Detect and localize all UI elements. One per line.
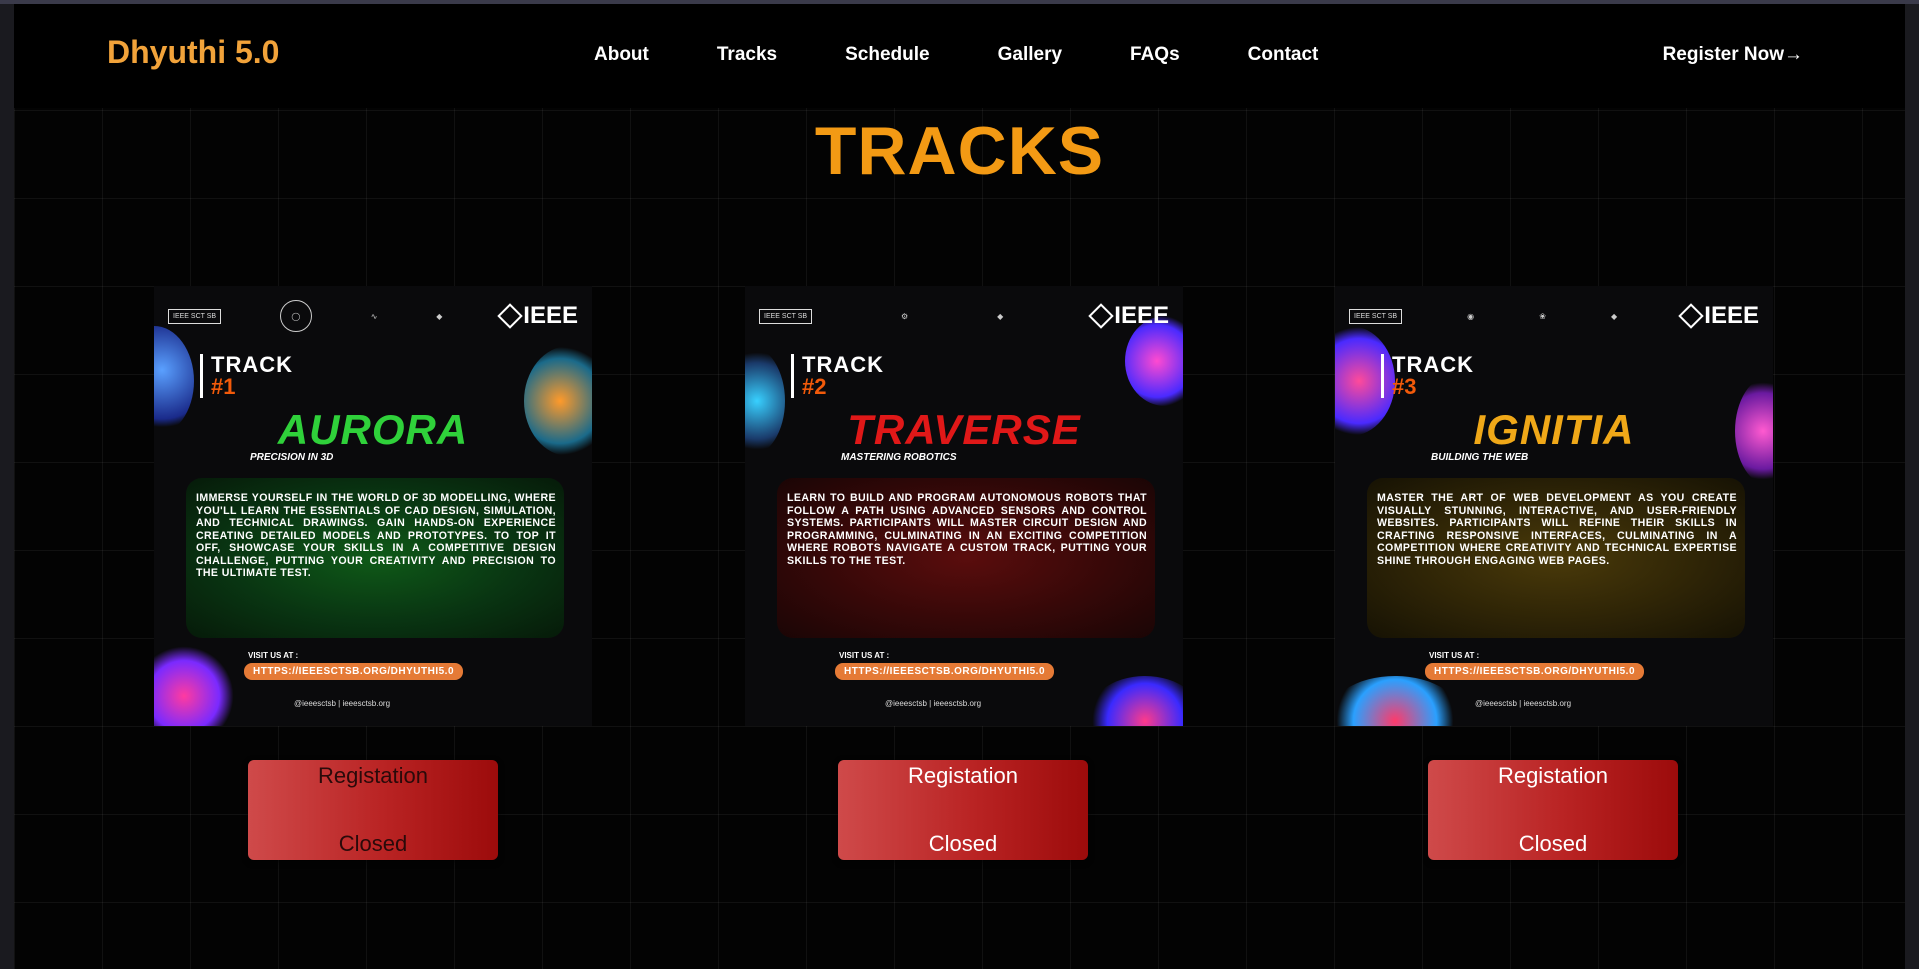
visit-label: VISIT US AT : (248, 651, 299, 660)
track-subtitle: PRECISION IN 3D (250, 452, 334, 463)
event-logo-icon: ◆ (1611, 311, 1618, 321)
button-line-1: Registation (1497, 763, 1609, 788)
track-description: Learn to build and program autonomous ro… (787, 492, 1147, 567)
track-url: HTTPS://IEEESCTSB.ORG/DHYUTHI5.0 (835, 663, 1055, 680)
ieee-sb-logo: IEEE SCT SB (1349, 308, 1403, 324)
track-description-box: Learn to build and program autonomous ro… (777, 478, 1155, 638)
ias-logo-icon: ∿ (370, 311, 378, 321)
nav-faqs[interactable]: FAQs (1130, 44, 1180, 66)
button-line-2: Closed (1518, 831, 1588, 856)
track-word: TRACK (211, 352, 293, 377)
track-card-ignitia: IEEE SCT SB ◉ ❀ ◆ IEEE TRACK #3 IGNITIA … (1335, 286, 1773, 726)
ieee-diamond-icon (1088, 303, 1115, 329)
nav-tracks[interactable]: Tracks (717, 44, 777, 66)
track-number: #3 (1392, 374, 1417, 399)
ieee-logo-text: IEEE (1704, 302, 1759, 329)
ieee-diamond-icon (497, 303, 524, 329)
nav-contact[interactable]: Contact (1248, 44, 1319, 66)
button-line-1: Registation (907, 763, 1019, 788)
swirl-decoration (1085, 676, 1183, 726)
track-number: #2 (802, 374, 827, 399)
registration-closed-button[interactable]: Registation Closed (838, 760, 1088, 860)
nav-schedule[interactable]: Schedule (845, 44, 929, 66)
track-card-traverse: IEEE SCT SB ⚙ ◆ IEEE TRACK #2 TRAVERSE M… (745, 286, 1183, 726)
track-card-aurora: IEEE SCT SB ◯ ∿ ◆ IEEE TRACK #1 AURORA P… (154, 286, 592, 726)
section-title: TRACKS (814, 113, 1105, 189)
track-description-box: Master the art of web development as you… (1367, 478, 1745, 638)
track-description: Master the art of web development as you… (1377, 492, 1737, 567)
brand-logo[interactable]: Dhyuthi 5.0 (107, 34, 279, 71)
track-word: TRACK (802, 352, 884, 377)
wie-logo-icon: ❀ (1539, 311, 1546, 321)
social-handles: @ieeesctsb | ieeesctsb.org (1475, 699, 1572, 708)
swirl-decoration (1335, 676, 1465, 726)
track-subtitle: MASTERING ROBOTICS (841, 452, 957, 463)
sponsor-logos: IEEE SCT SB ◯ ∿ ◆ IEEE (168, 298, 578, 334)
sponsor-logos: IEEE SCT SB ◉ ❀ ◆ IEEE (1349, 298, 1759, 334)
track-number: #1 (211, 374, 236, 399)
track-description: Immerse yourself in the world of 3D mode… (196, 492, 556, 579)
register-now-link[interactable]: Register Now→ (1663, 44, 1803, 66)
nav-links: About Tracks Schedule Gallery FAQs Conta… (594, 44, 1386, 66)
nav-gallery[interactable]: Gallery (998, 44, 1062, 66)
visit-label: VISIT US AT : (839, 651, 890, 660)
button-line-2: Closed (928, 831, 998, 856)
track-name: AURORA (277, 406, 469, 453)
button-line-1: Registation (317, 763, 429, 788)
pes-logo-icon: ◯ (279, 300, 312, 332)
registration-closed-button[interactable]: Registation Closed (248, 760, 498, 860)
visit-label: VISIT US AT : (1429, 651, 1480, 660)
track-name: TRAVERSE (847, 406, 1081, 453)
ieee-sb-logo: IEEE SCT SB (168, 308, 222, 324)
navbar: Dhyuthi 5.0 About Tracks Schedule Galler… (14, 4, 1905, 108)
social-handles: @ieeesctsb | ieeesctsb.org (294, 699, 391, 708)
track-url: HTTPS://IEEESCTSB.ORG/DHYUTHI5.0 (1425, 663, 1645, 680)
track-description-box: Immerse yourself in the world of 3D mode… (186, 478, 564, 638)
track-subtitle: BUILDING THE WEB (1431, 452, 1529, 463)
sponsor-logos: IEEE SCT SB ⚙ ◆ IEEE (759, 298, 1169, 334)
registration-closed-button[interactable]: Registation Closed (1428, 760, 1678, 860)
track-label: TRACK #3 (1381, 354, 1474, 398)
ieee-logo-text: IEEE (523, 302, 578, 329)
ieee-diamond-icon (1678, 303, 1705, 329)
ras-logo-icon: ⚙ (901, 311, 909, 321)
ieee-sb-logo: IEEE SCT SB (759, 308, 813, 324)
swirl-decoration (154, 646, 234, 726)
ieee-logo: IEEE (497, 302, 578, 330)
ieee-logo: IEEE (1678, 302, 1759, 330)
button-line-2: Closed (338, 831, 408, 856)
track-label: TRACK #1 (200, 354, 293, 398)
social-handles: @ieeesctsb | ieeesctsb.org (885, 699, 982, 708)
track-name: IGNITIA (1473, 406, 1635, 453)
event-logo-icon: ◆ (436, 311, 443, 321)
page: Dhyuthi 5.0 About Tracks Schedule Galler… (14, 4, 1905, 969)
track-url: HTTPS://IEEESCTSB.ORG/DHYUTHI5.0 (244, 663, 464, 680)
track-label: TRACK #2 (791, 354, 884, 398)
ieee-logo: IEEE (1088, 302, 1169, 330)
nav-about[interactable]: About (594, 44, 649, 66)
track-word: TRACK (1392, 352, 1474, 377)
computer-society-logo-icon: ◉ (1467, 311, 1475, 321)
event-logo-icon: ◆ (997, 311, 1004, 321)
ieee-logo-text: IEEE (1114, 302, 1169, 329)
